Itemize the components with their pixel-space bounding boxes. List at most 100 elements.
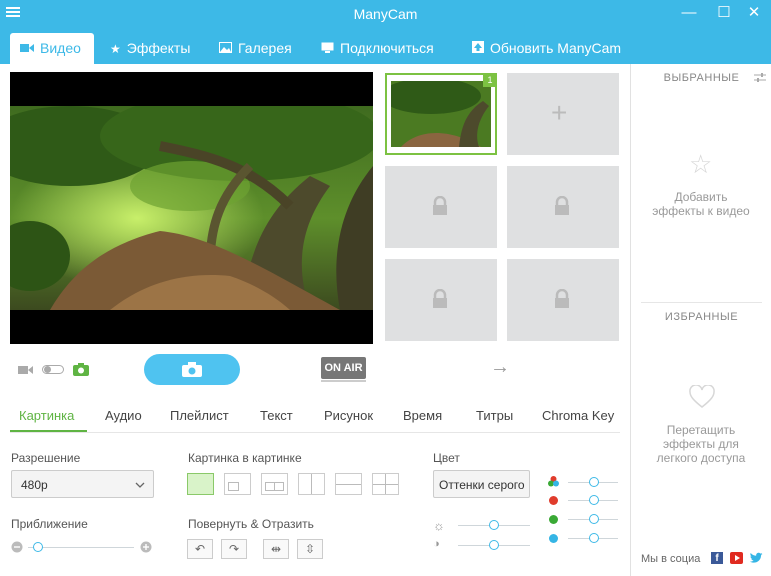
- resolution-select[interactable]: 480p: [11, 470, 154, 498]
- flip-horizontal-button[interactable]: ⇹: [263, 539, 289, 559]
- minimize-button[interactable]: —: [679, 4, 699, 22]
- app-title: ManyCam: [353, 6, 418, 22]
- add-preset-slot[interactable]: +: [507, 73, 619, 155]
- flip-horizontal-icon: ⇹: [270, 542, 282, 556]
- locked-preset-slot[interactable]: [507, 166, 619, 248]
- zoom-out-icon[interactable]: [11, 541, 23, 553]
- brightness-icon: ☼: [433, 518, 445, 533]
- brightness-slider-knob[interactable]: [489, 520, 499, 530]
- title-bar: ManyCam — ☐ ✕: [0, 0, 771, 28]
- tab-effects[interactable]: ★ Эффекты: [100, 33, 200, 64]
- subtab-text[interactable]: Текст: [260, 408, 293, 423]
- star-icon: ★: [110, 42, 121, 56]
- upload-icon: [472, 41, 484, 53]
- rgb-slider-knob[interactable]: [589, 477, 599, 487]
- pip-layout-two-inset[interactable]: [261, 473, 288, 495]
- tab-connect-label: Подключиться: [340, 40, 434, 56]
- subtab-time[interactable]: Время: [403, 408, 442, 423]
- rotate-right-button[interactable]: ↷: [221, 539, 247, 559]
- subtab-titles[interactable]: Титры: [476, 408, 513, 423]
- arrow-right-icon[interactable]: →: [490, 356, 510, 379]
- blue-slider-knob[interactable]: [589, 533, 599, 543]
- settings-sliders-icon[interactable]: [754, 72, 766, 83]
- rotate-left-button[interactable]: ↶: [187, 539, 213, 559]
- preset-forest-thumbnail: [391, 81, 491, 147]
- tab-effects-label: Эффекты: [126, 40, 191, 56]
- video-mode-icon[interactable]: [18, 364, 34, 376]
- on-air-button[interactable]: ON AIR: [321, 357, 366, 379]
- right-sidebar: ВЫБРАННЫЕ ☆ Добавить эффекты к видео ИЗБ…: [630, 64, 771, 576]
- mode-toggle[interactable]: [42, 365, 64, 374]
- favorites-hint: Добавить эффекты к видео: [652, 190, 750, 218]
- rotate-left-icon: ↶: [194, 542, 206, 556]
- zoom-label: Приближение: [11, 517, 88, 531]
- pip-layout-full[interactable]: [187, 473, 214, 495]
- color-filter-select[interactable]: Оттенки серого: [433, 470, 530, 498]
- rgb-icon: [548, 476, 559, 487]
- twitter-icon[interactable]: [750, 552, 763, 564]
- tab-video[interactable]: Видео: [10, 33, 94, 64]
- subtab-chroma-key[interactable]: Chroma Key: [542, 408, 614, 423]
- locked-preset-slot[interactable]: [507, 259, 619, 341]
- preset-slot-1[interactable]: 1: [385, 73, 497, 155]
- camera-icon: [182, 362, 202, 377]
- active-preset-badge: 1: [483, 73, 497, 87]
- subtab-drawing[interactable]: Рисунок: [324, 408, 373, 423]
- active-subtab-indicator: [10, 430, 87, 432]
- zoom-slider-knob[interactable]: [33, 542, 43, 552]
- subtab-playlist[interactable]: Плейлист: [170, 408, 229, 423]
- settings-tabs: Картинка Аудио Плейлист Текст Рисунок Вр…: [10, 402, 620, 433]
- tab-gallery[interactable]: Галерея: [209, 33, 302, 64]
- sidebar-divider: [641, 302, 762, 303]
- youtube-icon[interactable]: [730, 552, 743, 564]
- contrast-slider-knob[interactable]: [489, 540, 499, 550]
- forest-scene-image: [10, 106, 373, 310]
- flip-vertical-button[interactable]: ⇳: [297, 539, 323, 559]
- pip-label: Картинка в картинке: [188, 451, 302, 465]
- tab-update[interactable]: Обновить ManyCam: [462, 33, 631, 64]
- contrast-icon: ◑: [433, 538, 440, 550]
- close-button[interactable]: ✕: [744, 4, 764, 22]
- pip-layout-inset[interactable]: [224, 473, 251, 495]
- snapshot-button[interactable]: [144, 354, 240, 385]
- featured-title: ИЗБРАННЫЕ: [664, 311, 739, 323]
- lock-icon: [555, 196, 569, 215]
- lock-icon: [433, 196, 447, 215]
- chevron-down-icon: [135, 482, 145, 488]
- heart-icon: [689, 385, 715, 408]
- facebook-icon[interactable]: f: [711, 552, 723, 564]
- star-icon: ☆: [689, 149, 713, 179]
- on-air-underline: [321, 380, 366, 382]
- social-label: Мы в социа: [641, 553, 701, 565]
- subtab-picture[interactable]: Картинка: [19, 408, 74, 423]
- lock-icon: [433, 289, 447, 308]
- image-icon: [219, 42, 232, 53]
- pip-layout-split-vertical[interactable]: [298, 473, 325, 495]
- zoom-in-icon[interactable]: [140, 541, 152, 553]
- pip-layout-split-horizontal[interactable]: [335, 473, 362, 495]
- photo-mode-icon[interactable]: [73, 363, 89, 376]
- red-channel-icon: [549, 496, 558, 505]
- video-preview[interactable]: [10, 72, 373, 344]
- plus-icon: +: [551, 97, 568, 128]
- zoom-slider-track[interactable]: [28, 547, 134, 548]
- maximize-button[interactable]: ☐: [714, 4, 734, 22]
- resolution-label: Разрешение: [11, 451, 81, 465]
- favorites-title: ВЫБРАННЫЕ: [663, 72, 740, 84]
- subtab-audio[interactable]: Аудио: [105, 408, 142, 423]
- tab-connect[interactable]: Подключиться: [311, 33, 444, 64]
- green-slider-knob[interactable]: [589, 514, 599, 524]
- video-camera-icon: [20, 44, 34, 52]
- red-slider-knob[interactable]: [589, 495, 599, 505]
- green-channel-icon: [549, 515, 558, 524]
- color-label: Цвет: [433, 451, 460, 465]
- rotate-right-icon: ↷: [228, 542, 240, 556]
- tab-gallery-label: Галерея: [238, 40, 292, 56]
- rotate-label: Повернуть & Отразить: [188, 517, 314, 531]
- locked-preset-slot[interactable]: [385, 259, 497, 341]
- tab-update-label: Обновить ManyCam: [490, 40, 622, 56]
- toggle-knob: [44, 366, 51, 373]
- lock-icon: [555, 289, 569, 308]
- locked-preset-slot[interactable]: [385, 166, 497, 248]
- pip-layout-quad[interactable]: [372, 473, 399, 495]
